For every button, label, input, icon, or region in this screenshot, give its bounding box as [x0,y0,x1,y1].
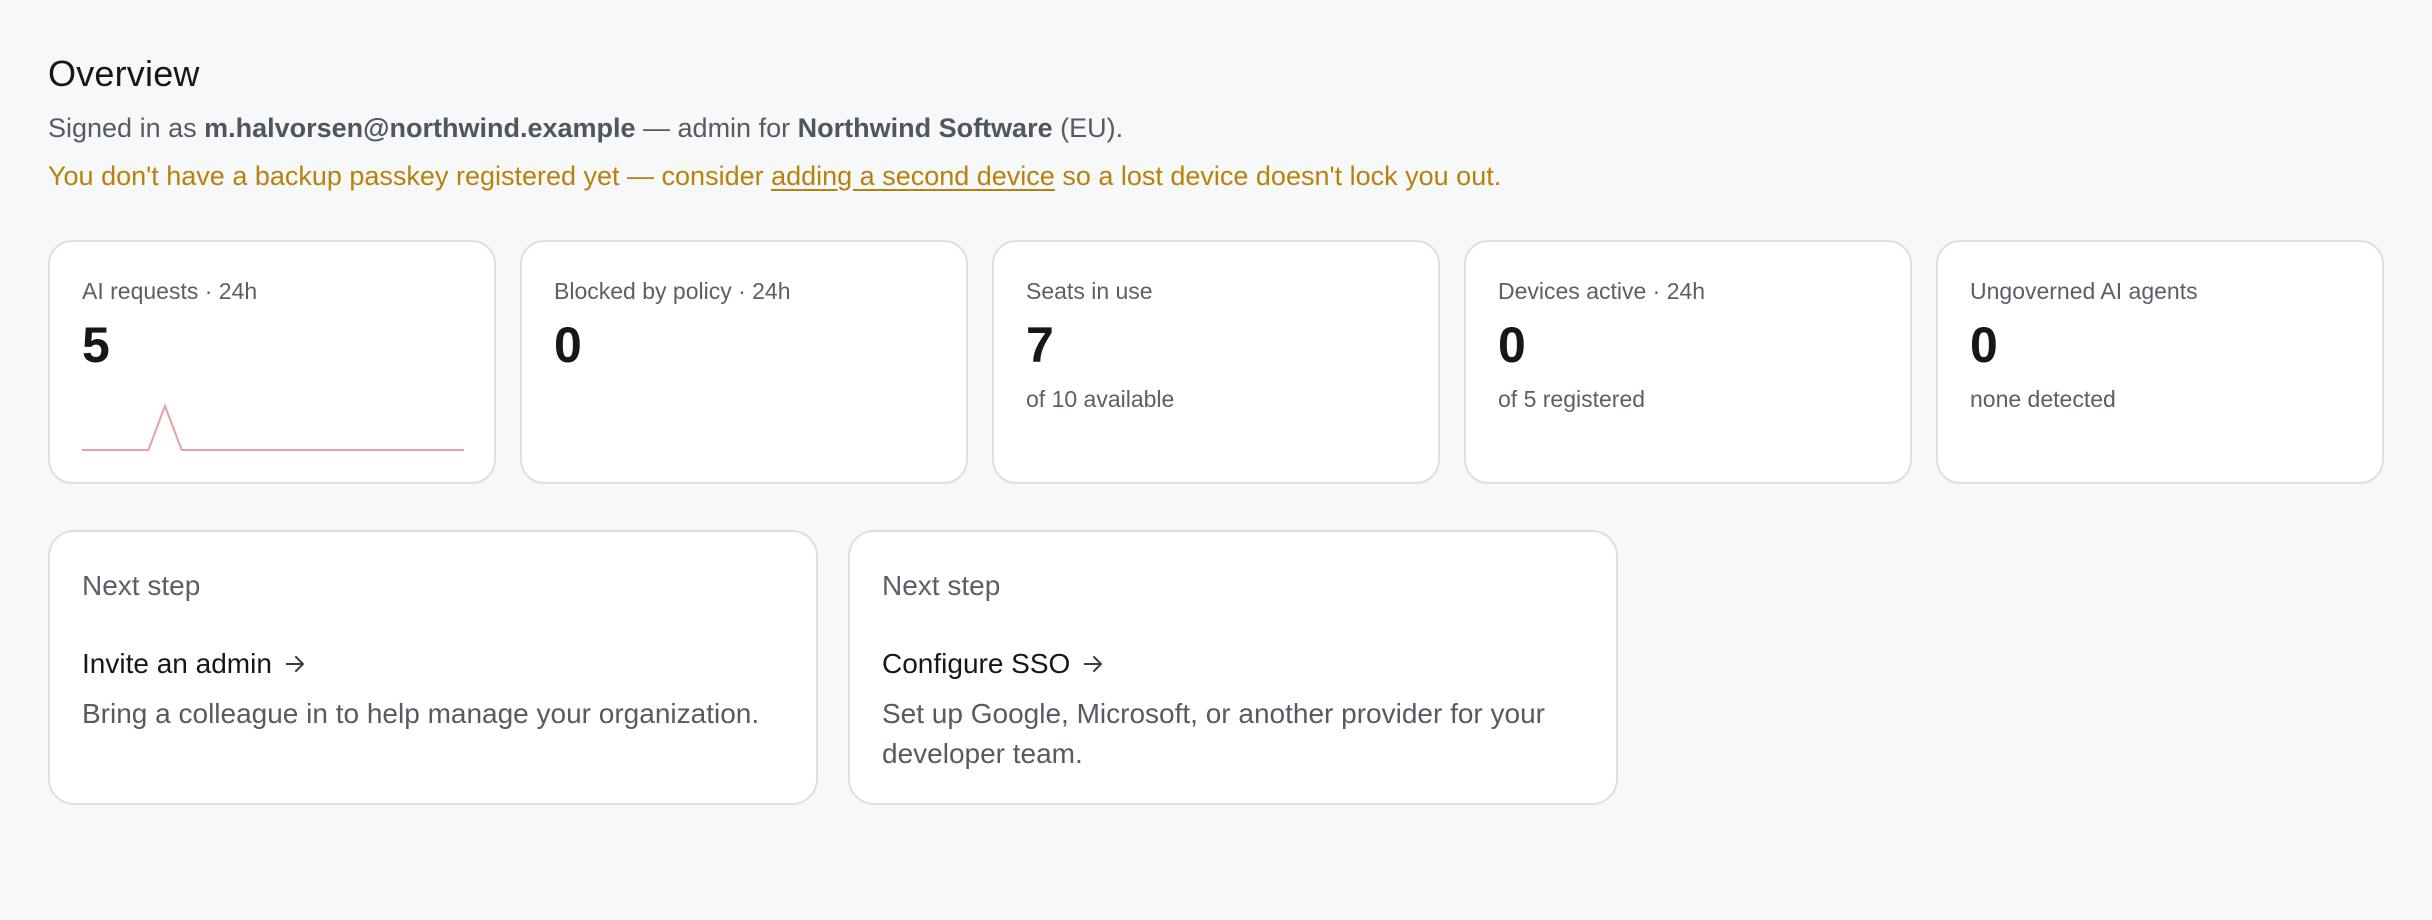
add-second-device-link[interactable]: adding a second device [771,161,1055,191]
signed-in-line: Signed in as m.halvorsen@northwind.examp… [48,110,2384,146]
stat-label: Ungoverned AI agents [1970,278,2198,304]
ai-requests-sparkline [82,403,464,451]
step-description: Bring a colleague in to help manage your… [82,698,760,729]
stat-value: 0 [554,317,582,373]
signed-in-middle: — admin for [635,113,798,143]
step-description: Set up Google, Microsoft, or another pro… [882,698,1545,769]
overview-page: Overview Signed in as m.halvorsen@northw… [0,0,2432,920]
stats-row: AI requests · 24h 5 Blocked by policy · … [48,240,2384,484]
next-steps-row: Next step Invite an admin Bring a collea… [48,530,1618,805]
next-step-configure-sso[interactable]: Next step Configure SSO Set up Google, M… [848,530,1618,805]
step-kicker: Next step [882,570,1001,601]
arrow-right-icon [285,655,304,673]
stat-card-blocked-by-policy: Blocked by policy · 24h 0 [520,240,968,484]
stat-label: Seats in use [1026,278,1153,304]
step-title-row[interactable]: Configure SSO [882,646,1584,682]
stat-subtext: none detected [1970,386,2116,412]
stat-value: 7 [1026,317,1054,373]
backup-passkey-warning: You don't have a backup passkey register… [48,158,2384,194]
warning-prefix: You don't have a backup passkey register… [48,161,772,191]
stat-label: Devices active · 24h [1498,278,1706,304]
arrow-right-icon [1083,655,1103,673]
org-name: Northwind Software [797,113,1053,143]
stat-card-ungoverned-ai-agents: Ungoverned AI agents 0 none detected [1936,240,2384,484]
stat-value: 0 [1970,317,1998,373]
invite-admin-link[interactable]: Invite an admin [82,646,272,682]
stat-label: AI requests · 24h [82,278,258,304]
stat-card-ai-requests: AI requests · 24h 5 [48,240,496,484]
stat-value: 5 [82,317,110,373]
region: (EU). [1052,113,1124,143]
page-title: Overview [48,53,200,94]
stat-card-devices-active: Devices active · 24h 0 of 5 registered [1464,240,1912,484]
sparkline-series-line [82,403,464,451]
configure-sso-link[interactable]: Configure SSO [882,646,1070,682]
step-title-row[interactable]: Invite an admin [82,646,784,682]
next-step-invite-admin[interactable]: Next step Invite an admin Bring a collea… [48,530,818,805]
signed-in-prefix: Signed in as [48,113,205,143]
user-email: m.halvorsen@northwind.example [204,113,636,143]
stat-subtext: of 5 registered [1498,386,1646,412]
stat-card-seats-in-use: Seats in use 7 of 10 available [992,240,1440,484]
stat-subtext: of 10 available [1026,386,1175,412]
step-kicker: Next step [82,570,201,601]
warning-suffix: so a lost device doesn't lock you out. [1054,161,1502,191]
stat-label: Blocked by policy · 24h [554,278,791,304]
stat-value: 0 [1498,317,1526,373]
